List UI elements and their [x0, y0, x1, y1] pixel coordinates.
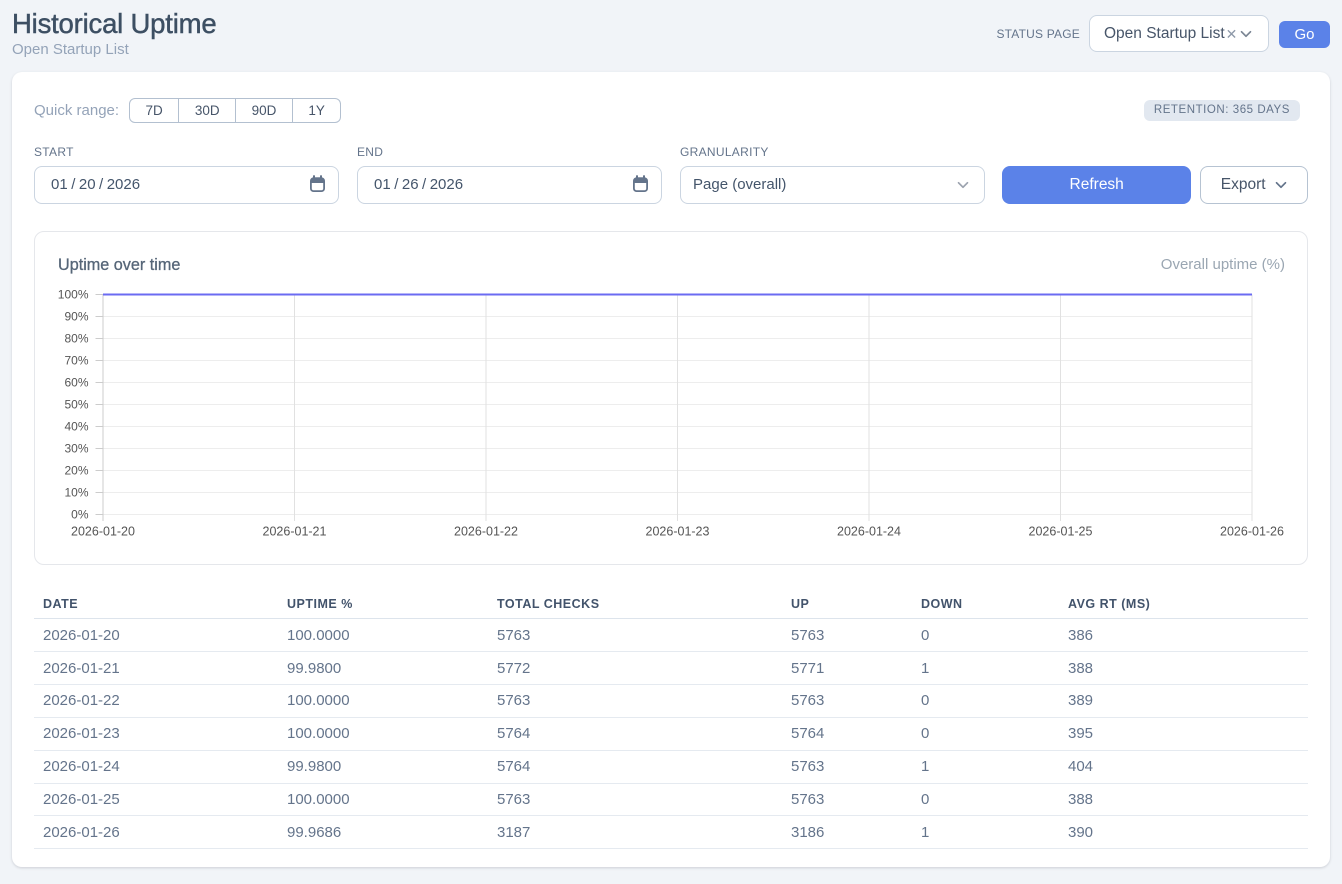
svg-text:2026-01-25: 2026-01-25: [1029, 524, 1093, 538]
svg-text:2026-01-26: 2026-01-26: [1220, 524, 1284, 538]
svg-text:2026-01-20: 2026-01-20: [71, 524, 135, 538]
svg-text:50%: 50%: [64, 397, 88, 411]
svg-text:2026-01-23: 2026-01-23: [646, 524, 710, 538]
svg-text:70%: 70%: [64, 353, 88, 367]
svg-text:40%: 40%: [64, 419, 88, 433]
svg-text:80%: 80%: [64, 331, 88, 345]
svg-text:10%: 10%: [64, 485, 88, 499]
svg-text:90%: 90%: [64, 309, 88, 323]
svg-text:2026-01-21: 2026-01-21: [263, 524, 327, 538]
svg-text:0%: 0%: [71, 507, 89, 521]
svg-text:20%: 20%: [64, 463, 88, 477]
svg-text:100%: 100%: [58, 287, 89, 301]
svg-text:60%: 60%: [64, 375, 88, 389]
svg-text:2026-01-22: 2026-01-22: [454, 524, 518, 538]
svg-text:2026-01-24: 2026-01-24: [837, 524, 901, 538]
svg-text:30%: 30%: [64, 441, 88, 455]
